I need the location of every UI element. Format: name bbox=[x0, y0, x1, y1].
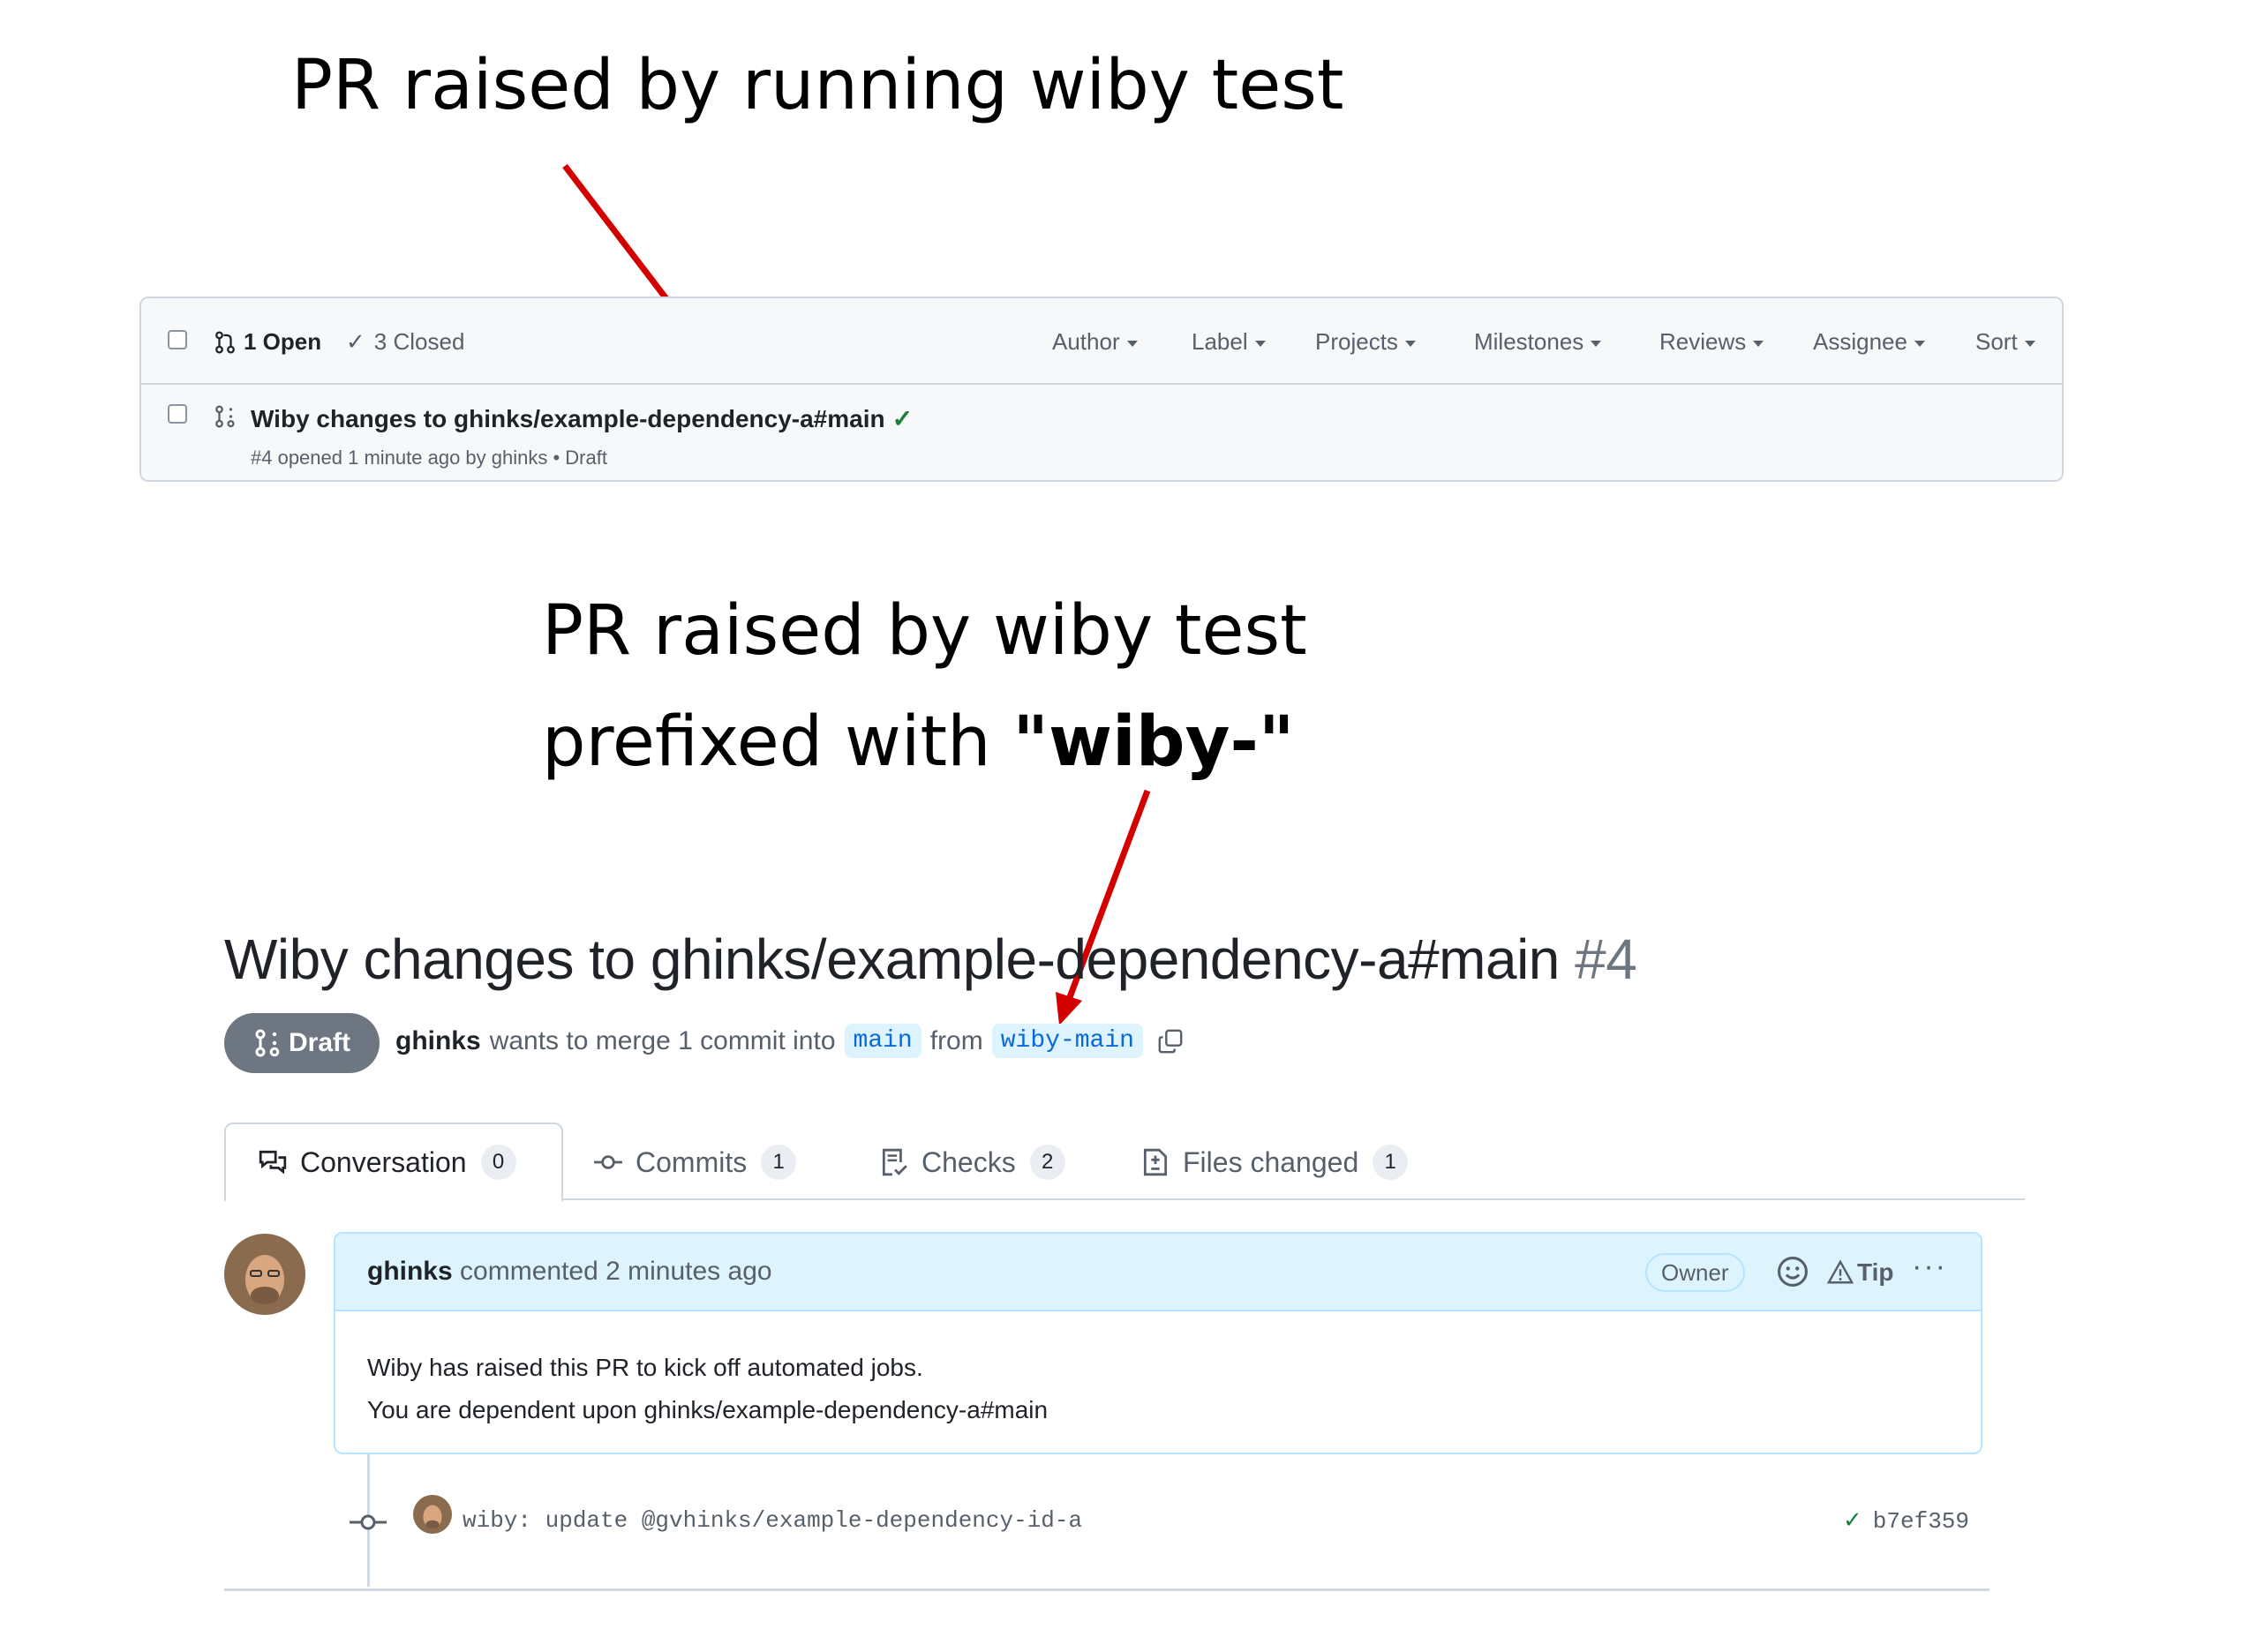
tab-conversation[interactable]: Conversation 0 bbox=[224, 1123, 563, 1202]
check-icon[interactable]: ✓ bbox=[1843, 1507, 1862, 1534]
comment-author[interactable]: ghinks bbox=[367, 1257, 453, 1286]
tab-checks-label: Checks bbox=[921, 1145, 1016, 1178]
pr-row: Wiby changes to ghinks/example-dependenc… bbox=[251, 404, 913, 433]
filter-author-label: Author bbox=[1052, 328, 1120, 355]
tab-commits-label: Commits bbox=[636, 1145, 748, 1178]
author-link[interactable]: ghinks bbox=[395, 1026, 481, 1056]
file-diff-icon bbox=[1143, 1148, 1168, 1176]
caret-down-icon bbox=[1914, 340, 1925, 347]
comment-timestamp[interactable]: commented 2 minutes ago bbox=[460, 1257, 772, 1286]
comment-meta: ghinks commented 2 minutes ago bbox=[367, 1257, 772, 1287]
filter-reviews[interactable]: Reviews bbox=[1659, 328, 1764, 356]
commit-sha-link[interactable]: b7ef359 bbox=[1873, 1508, 1969, 1535]
pr-title: Wiby changes to ghinks/example-dependenc… bbox=[224, 927, 1637, 992]
draft-pr-icon bbox=[255, 1029, 280, 1057]
status-check-icon[interactable]: ✓ bbox=[892, 405, 913, 432]
pr-row-meta: #4 opened 1 minute ago by ghinks • Draft bbox=[251, 447, 607, 469]
owner-badge: Owner bbox=[1645, 1253, 1745, 1292]
smiley-icon[interactable] bbox=[1776, 1255, 1809, 1288]
tip-label: Tip bbox=[1857, 1258, 1894, 1286]
filter-projects-label: Projects bbox=[1315, 328, 1398, 355]
comment-body-line: Wiby has raised this PR to kick off auto… bbox=[367, 1354, 923, 1381]
pr-list-panel: 1 Open ✓ 3 Closed Author Label Projects M… bbox=[139, 297, 2064, 482]
caret-down-icon bbox=[2024, 340, 2035, 347]
comment: ghinks commented 2 minutes ago Owner Tip… bbox=[334, 1232, 1982, 1454]
filter-label-label: Label bbox=[1192, 328, 1248, 355]
from-text: from bbox=[929, 1025, 983, 1055]
base-branch[interactable]: main bbox=[844, 1024, 921, 1058]
tab-conversation-count: 0 bbox=[480, 1145, 516, 1180]
filter-sort[interactable]: Sort bbox=[1975, 328, 2035, 356]
tab-checks[interactable]: Checks 2 bbox=[879, 1124, 1065, 1200]
kebab-horizontal-icon[interactable]: ··· bbox=[1912, 1250, 1947, 1284]
caret-down-icon bbox=[1126, 340, 1138, 347]
avatar[interactable] bbox=[224, 1234, 305, 1315]
caret-down-icon bbox=[1404, 340, 1416, 347]
filter-sort-label: Sort bbox=[1975, 328, 2018, 355]
tab-files-changed-label: Files changed bbox=[1183, 1145, 1359, 1178]
tab-files-changed[interactable]: Files changed 1 bbox=[1140, 1124, 1409, 1200]
copy-icon[interactable] bbox=[1157, 1028, 1184, 1055]
avatar-image bbox=[413, 1495, 452, 1534]
pull-request-icon bbox=[215, 331, 235, 354]
check-icon: ✓ bbox=[346, 328, 365, 355]
filter-assignee-label: Assignee bbox=[1813, 328, 1907, 355]
tip-button[interactable]: Tip bbox=[1827, 1258, 1893, 1287]
avatar-image bbox=[224, 1234, 305, 1315]
checklist-icon bbox=[882, 1148, 907, 1176]
head-branch[interactable]: wiby-main bbox=[991, 1024, 1143, 1058]
tab-commits[interactable]: Commits 1 bbox=[593, 1124, 797, 1200]
tab-conversation-label: Conversation bbox=[300, 1145, 467, 1178]
caret-down-icon bbox=[1753, 340, 1764, 347]
alert-icon bbox=[1827, 1259, 1854, 1284]
filter-reviews-label: Reviews bbox=[1659, 328, 1747, 355]
commit-avatar[interactable] bbox=[413, 1495, 452, 1534]
draft-pr-icon bbox=[215, 405, 235, 428]
commit-icon bbox=[594, 1155, 622, 1169]
comment-body: Wiby has raised this PR to kick off auto… bbox=[367, 1347, 1048, 1431]
merge-summary: ghinks wants to merge 1 commit into main… bbox=[395, 1024, 1184, 1058]
tab-files-changed-count: 1 bbox=[1373, 1145, 1409, 1180]
commit-status: ✓ b7ef359 bbox=[1843, 1507, 1969, 1535]
select-all-checkbox[interactable] bbox=[168, 330, 187, 349]
tab-checks-count: 2 bbox=[1029, 1145, 1065, 1180]
state-label: Draft bbox=[288, 1028, 350, 1057]
merge-text: wants to merge 1 commit into bbox=[489, 1025, 836, 1055]
tab-commits-count: 1 bbox=[761, 1145, 797, 1180]
row-checkbox[interactable] bbox=[168, 404, 187, 424]
filter-milestones-label: Milestones bbox=[1474, 328, 1584, 355]
pr-title-text: Wiby changes to ghinks/example-dependenc… bbox=[224, 927, 1560, 991]
comment-body-line: You are dependent upon ghinks/example-de… bbox=[367, 1396, 1049, 1423]
filter-label[interactable]: Label bbox=[1192, 328, 1266, 356]
pr-list-header: 1 Open ✓ 3 Closed Author Label Projects M… bbox=[141, 298, 2062, 385]
comment-header: ghinks commented 2 minutes ago Owner Tip… bbox=[335, 1234, 1981, 1311]
caret-down-icon bbox=[1254, 340, 1266, 347]
open-count-label: 1 Open bbox=[244, 328, 322, 355]
commit-icon bbox=[350, 1514, 387, 1530]
pr-row-title-link[interactable]: Wiby changes to ghinks/example-dependenc… bbox=[251, 405, 885, 432]
state-badge: Draft bbox=[224, 1013, 380, 1073]
open-filter[interactable]: 1 Open bbox=[214, 328, 321, 356]
filter-assignee[interactable]: Assignee bbox=[1813, 328, 1925, 356]
filter-milestones[interactable]: Milestones bbox=[1474, 328, 1602, 356]
comment-discussion-icon bbox=[259, 1150, 287, 1175]
closed-filter[interactable]: ✓ 3 Closed bbox=[346, 328, 464, 356]
timeline-divider bbox=[224, 1588, 1990, 1591]
closed-count-label: 3 Closed bbox=[373, 328, 465, 355]
filter-author[interactable]: Author bbox=[1052, 328, 1138, 356]
caret-down-icon bbox=[1591, 340, 1602, 347]
commit-message-link[interactable]: wiby: update @gvhinks/example-dependency… bbox=[463, 1507, 1082, 1534]
pr-number: #4 bbox=[1575, 927, 1637, 991]
filter-projects[interactable]: Projects bbox=[1315, 328, 1416, 356]
